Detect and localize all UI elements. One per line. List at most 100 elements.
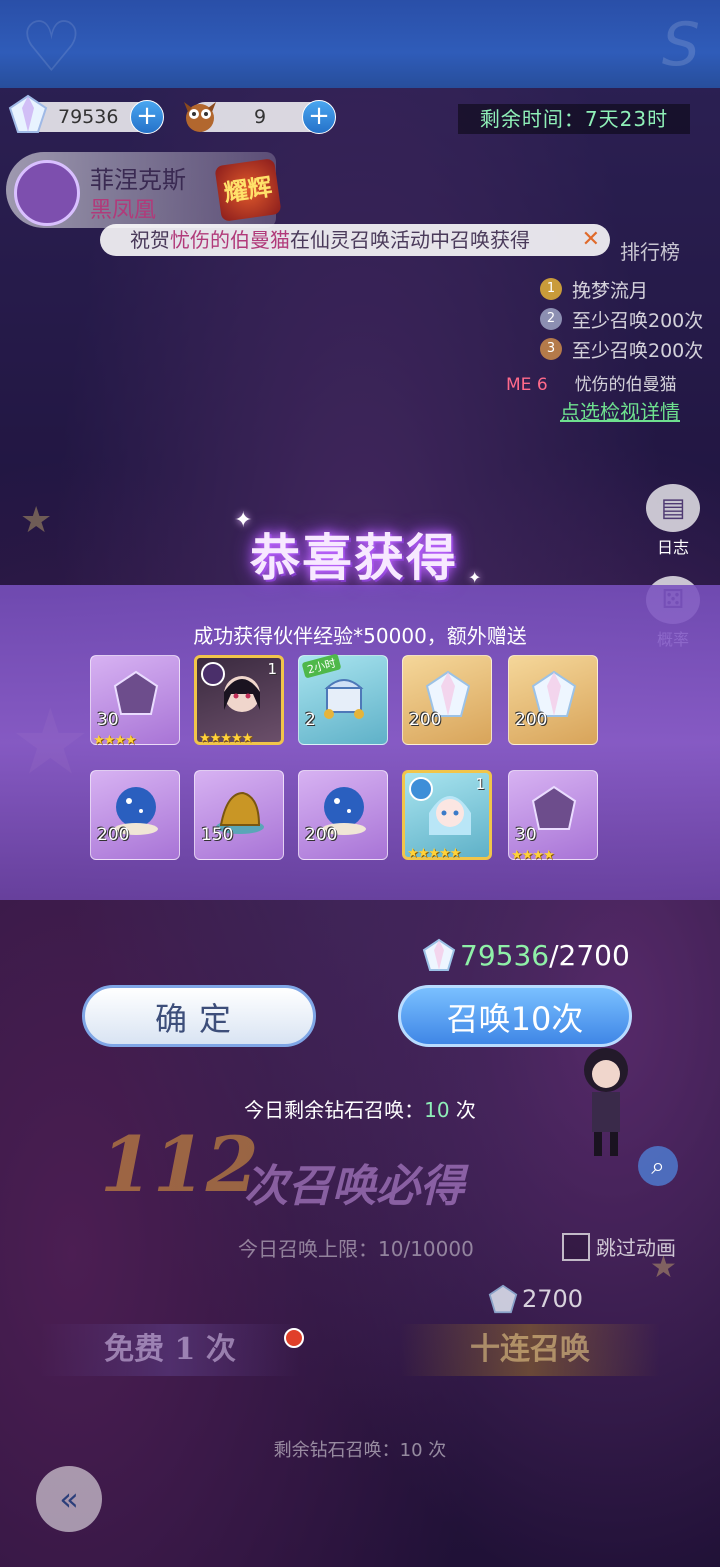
today-remaining-unit: 次: [455, 1098, 476, 1122]
item-count: 2: [305, 710, 316, 730]
item-count: 200: [409, 710, 442, 730]
item-count: 200: [305, 825, 338, 845]
ranking-list: 1 挽梦流月 2 至少召唤200次 3 至少召唤200次: [540, 274, 703, 364]
back-arrow-icon[interactable]: «: [36, 1466, 102, 1532]
item-stars: ★★★★★: [199, 731, 253, 746]
remain-label: 剩余钻石召唤：: [273, 1440, 400, 1461]
remaining-summons: 剩余钻石召唤：10 次: [0, 1436, 720, 1462]
guarantee-text: 次召唤必得: [244, 1161, 464, 1212]
diamond-icon: [488, 1284, 518, 1314]
item-count: 30: [515, 825, 537, 845]
owl-icon: [184, 102, 216, 132]
notification-dot: [284, 1328, 304, 1348]
ranking-text: 至少召唤200次: [572, 339, 704, 362]
skip-animation-toggle[interactable]: 跳过动画: [562, 1232, 676, 1261]
ticket-amount: 9: [253, 106, 267, 128]
diamond-icon: [422, 938, 456, 971]
top-banner: ♡ S: [0, 0, 720, 88]
reward-item[interactable]: 200: [90, 770, 180, 860]
ranking-text: 挽梦流月: [572, 279, 649, 302]
ranking-detail-link[interactable]: 点选检视详情: [560, 396, 680, 425]
star-deco-icon: ★: [20, 500, 53, 541]
my-rank: ME 6 忧伤的伯曼猫: [506, 370, 677, 395]
reward-item[interactable]: 30 ★★★★: [508, 770, 598, 863]
free-summon-button[interactable]: 免费 1 次: [40, 1324, 300, 1376]
cost-amount: /2700: [549, 938, 630, 972]
item-count: 1: [475, 775, 485, 793]
reward-title: 恭喜获得: [250, 528, 458, 587]
character-name: 菲涅克斯: [90, 166, 186, 194]
guarantee-count: 112: [100, 1120, 259, 1209]
today-remaining-label: 今日剩余钻石召唤：: [244, 1098, 425, 1122]
me-place: 6: [536, 375, 548, 395]
reward-item[interactable]: 1 ★★★★★: [194, 655, 284, 746]
today-remaining-value: 10: [424, 1098, 450, 1122]
ranking-title[interactable]: 排行榜: [620, 236, 680, 265]
item-count: 150: [201, 825, 234, 845]
reward-item[interactable]: 200: [508, 655, 598, 745]
me-label: ME: [506, 375, 532, 395]
ranking-text: 至少召唤200次: [572, 309, 704, 332]
limit-value: 10/10000: [378, 1237, 474, 1261]
bronze-medal-icon: 3: [540, 338, 562, 360]
ten-summon-button[interactable]: 十连召唤: [400, 1324, 660, 1376]
gem-counter: 79536 +: [8, 94, 164, 134]
me-name: 忧伤的伯曼猫: [574, 375, 677, 395]
confirm-button[interactable]: 确定: [82, 985, 316, 1047]
moon-emblem-icon: [14, 160, 80, 226]
skip-label: 跳过动画: [596, 1236, 676, 1260]
reward-item[interactable]: 30 ★★★★: [90, 655, 180, 748]
summon-10-button[interactable]: 召唤10次: [398, 985, 632, 1047]
reward-success-text: 成功获得伙伴经验*50000，额外赠送: [193, 624, 527, 648]
item-count: 200: [515, 710, 548, 730]
marquee-prefix: 祝贺: [130, 228, 170, 252]
timer-label: 剩余时间：: [479, 107, 585, 131]
gem-amount: 79536: [58, 106, 119, 128]
log-button[interactable]: ▤ 日志: [640, 484, 706, 557]
timer-value: 7天23时: [584, 107, 669, 131]
limit-label: 今日召唤上限：: [238, 1237, 378, 1261]
reward-item[interactable]: 1 ★★★★★: [402, 770, 492, 861]
summon-cost: 79536/2700: [422, 938, 630, 972]
item-count: 1: [267, 660, 277, 678]
sparkle-icon: ✦: [468, 568, 482, 587]
checkbox[interactable]: [562, 1232, 590, 1261]
rank-badge: 耀辉: [214, 158, 282, 222]
event-timer: 剩余时间：7天23时: [458, 104, 690, 134]
reward-item[interactable]: 200: [298, 770, 388, 860]
silver-medal-icon: 2: [540, 308, 562, 330]
ranking-row: 3 至少召唤200次: [540, 334, 703, 364]
ranking-row: 2 至少召唤200次: [540, 304, 703, 334]
log-label: 日志: [656, 538, 689, 557]
marquee-player: 忧伤的伯曼猫: [170, 228, 290, 252]
daily-limit: 今日召唤上限：10/10000: [238, 1233, 474, 1262]
character-portrait-icon: [429, 796, 471, 835]
item-count: 30: [97, 710, 119, 730]
reward-item[interactable]: 150: [194, 770, 284, 860]
add-tickets-button[interactable]: +: [302, 100, 336, 134]
featured-character-tag[interactable]: 菲涅克斯 黑凤凰 耀辉: [6, 152, 282, 228]
marquee-suffix: 在仙灵召唤活动中召唤获得: [290, 228, 530, 252]
close-icon[interactable]: ✕: [582, 224, 600, 256]
ticket-counter: 9 +: [184, 100, 336, 134]
ten-pull-cost: 2700: [488, 1284, 583, 1314]
reward-item[interactable]: 2小时 2: [298, 653, 388, 745]
gem-balance: 79536: [460, 938, 550, 972]
reward-item[interactable]: 200: [402, 655, 492, 745]
item-stars: ★★★★: [511, 848, 555, 863]
ten-pull-cost-value: 2700: [522, 1285, 584, 1313]
announcement-marquee: 祝贺忧伤的伯曼猫在仙灵召唤活动中召唤获得 ✕: [100, 224, 610, 256]
character-title: 黑凤凰: [90, 198, 157, 223]
item-count: 200: [97, 825, 130, 845]
book-icon: ▤: [646, 484, 700, 532]
diamond-icon: [8, 94, 48, 133]
treasure-chest-icon: [324, 679, 364, 719]
search-icon[interactable]: ⌕: [638, 1146, 678, 1186]
add-gems-button[interactable]: +: [130, 100, 164, 134]
swirl-deco-icon: S: [661, 10, 700, 80]
item-stars: ★★★★★: [407, 846, 461, 861]
ranking-row: 1 挽梦流月: [540, 274, 703, 304]
heart-deco-icon: ♡: [20, 6, 83, 88]
remain-value: 10 次: [399, 1440, 447, 1461]
character-portrait-icon: [224, 676, 260, 712]
